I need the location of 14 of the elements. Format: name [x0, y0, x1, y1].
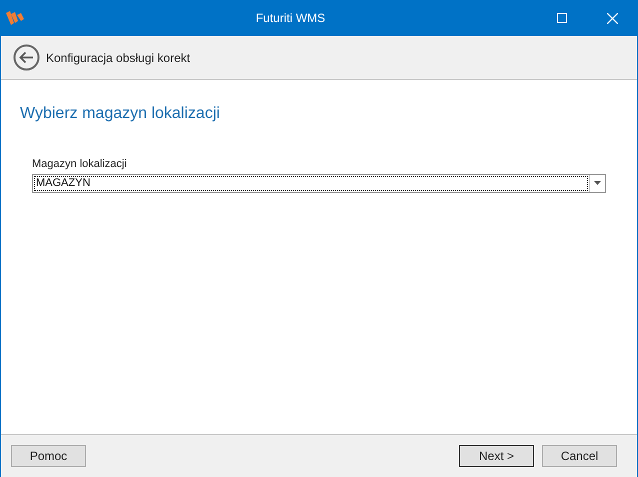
page-heading: Wybierz magazyn lokalizacji	[20, 104, 221, 124]
window-title: Futuriti WMS	[256, 10, 326, 27]
back-icon[interactable]	[13, 44, 40, 71]
logo-icon	[6, 11, 24, 25]
field-label: Magazyn lokalizacji	[32, 157, 128, 172]
header-title: Konfiguracja obsługi korekt	[46, 50, 190, 66]
maximize-icon[interactable]	[557, 13, 567, 23]
location-dropdown[interactable]: MAGAZYN	[32, 174, 606, 192]
dialog-button[interactable]: Next >	[459, 445, 534, 467]
close-icon[interactable]	[607, 12, 618, 24]
dialog-button[interactable]: Cancel	[542, 445, 617, 467]
dropdown-value: MAGAZYN	[34, 176, 588, 190]
caret-icon	[594, 181, 601, 185]
dialog-button[interactable]: Pomoc	[11, 445, 86, 467]
